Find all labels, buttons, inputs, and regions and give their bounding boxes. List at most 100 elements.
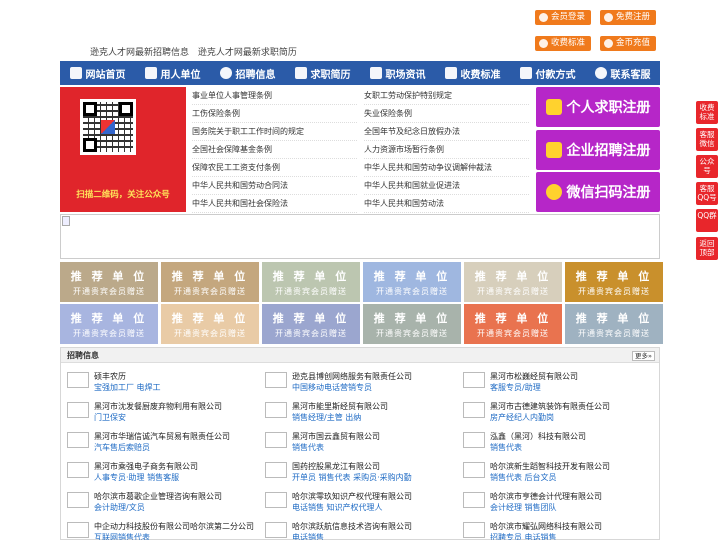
position-name[interactable]: 中国移动电话营销专员 — [292, 382, 372, 393]
recommended-slot[interactable]: 推 荐 单 位开通贵宾会员赠送 — [60, 304, 158, 344]
job-seeker-register-button[interactable]: 个人求职注册 — [536, 87, 660, 127]
position-name[interactable]: 开单员 销售代表 采购员·采购内勤 — [292, 472, 412, 483]
login-button[interactable]: 会员登录 — [535, 10, 592, 25]
company-name[interactable]: 逊克县博创网络服务有限责任公司 — [292, 371, 412, 382]
side-button[interactable]: 客服QQ号 — [696, 182, 718, 205]
side-button[interactable]: 返回顶部 — [696, 237, 718, 260]
job-item[interactable]: 哈尔滨新生蹈智科技开发有限公司 销售代表 后台文员 — [463, 460, 643, 488]
law-link[interactable]: 全国社会保障基金条例 — [192, 141, 357, 159]
recommended-slot[interactable]: 推 荐 单 位开通贵宾会员赠送 — [464, 262, 562, 302]
employer-register-button[interactable]: 企业招聘注册 — [536, 130, 660, 170]
latest-resumes-link[interactable]: 逊克人才网最新求职简历 — [198, 48, 297, 58]
company-name[interactable]: 黑河市国云鑫贸有限公司 — [292, 431, 380, 442]
law-link[interactable]: 中华人民共和国劳动合同法 — [192, 177, 357, 195]
position-name[interactable]: 电话销售 知识产权代理人 — [292, 502, 383, 513]
recommended-slot[interactable]: 推 荐 单 位开通贵宾会员赠送 — [464, 304, 562, 344]
company-name[interactable]: 哈尔滨市耀弘网络科技有限公司 — [490, 521, 602, 532]
wechat-register-button[interactable]: 微信扫码注册 — [536, 172, 660, 212]
company-name[interactable]: 硕丰农历 — [94, 371, 126, 382]
job-item[interactable]: 国药控股黑龙江有限公司 开单员 销售代表 采购员·采购内勤 — [265, 460, 445, 488]
law-link[interactable]: 事业单位人事管理条例 — [192, 87, 357, 105]
nav-news[interactable]: 职场资讯 — [360, 61, 435, 85]
recharge-button[interactable]: 金币充值 — [600, 36, 657, 51]
latest-jobs-link[interactable]: 逊克人才网最新招聘信息 — [90, 48, 189, 58]
job-item[interactable]: 逊克县博创网络服务有限责任公司 中国移动电话营销专员 — [265, 370, 445, 398]
law-link[interactable]: 保障农民工工资支付条例 — [192, 159, 357, 177]
job-item[interactable]: 硕丰农历 宝强加工厂 电焊工 — [67, 370, 247, 398]
recommended-slot[interactable]: 推 荐 单 位开通贵宾会员赠送 — [161, 262, 259, 302]
more-link[interactable]: 更多» — [632, 351, 655, 361]
job-item[interactable]: 黑河市华瑞信诚汽车贸易有限责任公司 汽车售后索赔员 — [67, 430, 247, 458]
position-name[interactable]: 销售代表 — [490, 442, 522, 453]
ad-banner-image[interactable] — [60, 214, 660, 259]
recommended-slot[interactable]: 推 荐 单 位开通贵宾会员赠送 — [363, 262, 461, 302]
company-name[interactable]: 国药控股黑龙江有限公司 — [292, 461, 380, 472]
side-button[interactable]: 收费标准 — [696, 101, 718, 124]
pricing-button[interactable]: 收费标准 — [535, 36, 592, 51]
company-name[interactable]: 哈尔滨零玖知识产权代理有限公司 — [292, 491, 412, 502]
law-link[interactable]: 失业保险条例 — [364, 105, 529, 123]
position-name[interactable]: 汽车售后索赔员 — [94, 442, 150, 453]
job-item[interactable]: 泓鑫（黑河）科技有限公司 销售代表 — [463, 430, 643, 458]
recommended-slot[interactable]: 推 荐 单 位开通贵宾会员赠送 — [262, 304, 360, 344]
recommended-slot[interactable]: 推 荐 单 位开通贵宾会员赠送 — [565, 262, 663, 302]
company-name[interactable]: 黑河市能里斯经贸有限公司 — [292, 401, 388, 412]
job-item[interactable]: 黑河市能里斯经贸有限公司 销售经理/主管 出纳 — [265, 400, 445, 428]
job-item[interactable]: 哈尔滨市亨德会计代理有限公司 会计经理 销售团队 — [463, 490, 643, 518]
position-name[interactable]: 销售经理/主管 出纳 — [292, 412, 361, 423]
company-name[interactable]: 黑河市沈发餐厨废弃物利用有限公司 — [94, 401, 222, 412]
company-name[interactable]: 哈尔滨新生蹈智科技开发有限公司 — [490, 461, 610, 472]
company-name[interactable]: 黑河市乘强电子商务有限公司 — [94, 461, 198, 472]
law-link[interactable]: 人力资源市场暂行条例 — [364, 141, 529, 159]
company-name[interactable]: 哈尔滨市葛歌企业管理咨询有限公司 — [94, 491, 222, 502]
recommended-slot[interactable]: 推 荐 单 位开通贵宾会员赠送 — [363, 304, 461, 344]
company-name[interactable]: 黑河市华瑞信诚汽车贸易有限责任公司 — [94, 431, 230, 442]
nav-pricing[interactable]: 收费标准 — [435, 61, 510, 85]
job-item[interactable]: 哈尔滨跃航信息技术咨询有限公司 电话销售 — [265, 520, 445, 540]
company-name[interactable]: 黑河市古德建筑装饰有限责任公司 — [490, 401, 610, 412]
job-item[interactable]: 黑河市松巍经贸有限公司 客服专员/助理 — [463, 370, 643, 398]
job-item[interactable]: 黑河市古德建筑装饰有限责任公司 房产经纪人内勤岗 — [463, 400, 643, 428]
position-name[interactable]: 客服专员/助理 — [490, 382, 541, 393]
register-button[interactable]: 免费注册 — [600, 10, 657, 25]
side-button[interactable]: QQ群 — [696, 209, 718, 232]
company-name[interactable]: 哈尔滨跃航信息技术咨询有限公司 — [292, 521, 412, 532]
recommended-slot[interactable]: 推 荐 单 位开通贵宾会员赠送 — [161, 304, 259, 344]
nav-service[interactable]: 联系客服 — [585, 61, 660, 85]
recommended-slot[interactable]: 推 荐 单 位开通贵宾会员赠送 — [262, 262, 360, 302]
position-name[interactable]: 人事专员·助理 销售客服 — [94, 472, 179, 483]
recommended-slot[interactable]: 推 荐 单 位开通贵宾会员赠送 — [565, 304, 663, 344]
job-item[interactable]: 黑河市国云鑫贸有限公司 销售代表 — [265, 430, 445, 458]
law-link[interactable]: 中华人民共和国社会保险法 — [192, 195, 357, 213]
job-item[interactable]: 黑河市乘强电子商务有限公司 人事专员·助理 销售客服 — [67, 460, 247, 488]
company-name[interactable]: 黑河市松巍经贸有限公司 — [490, 371, 578, 382]
job-item[interactable]: 黑河市沈发餐厨废弃物利用有限公司 门卫保安 — [67, 400, 247, 428]
law-link[interactable]: 中华人民共和国就业促进法 — [364, 177, 529, 195]
job-item[interactable]: 哈尔滨市耀弘网络科技有限公司 招聘专员 电话销售 — [463, 520, 643, 540]
nav-employers[interactable]: 用人单位 — [135, 61, 210, 85]
job-item[interactable]: 中企动力科技股份有限公司哈尔滨第二分公司 互联网销售代表 — [67, 520, 254, 540]
nav-payment[interactable]: 付款方式 — [510, 61, 585, 85]
company-name[interactable]: 泓鑫（黑河）科技有限公司 — [490, 431, 586, 442]
position-name[interactable]: 互联网销售代表 — [94, 532, 150, 540]
nav-resumes[interactable]: 求职简历 — [285, 61, 360, 85]
position-name[interactable]: 电话销售 — [292, 532, 324, 540]
law-link[interactable]: 国务院关于职工工作时间的规定 — [192, 123, 357, 141]
law-link[interactable]: 中华人民共和国劳动争议调解仲裁法 — [364, 159, 529, 177]
company-name[interactable]: 中企动力科技股份有限公司哈尔滨第二分公司 — [94, 521, 254, 532]
position-name[interactable]: 销售代表 后台文员 — [490, 472, 557, 483]
side-button[interactable]: 公众号 — [696, 155, 718, 178]
side-button[interactable]: 客服微信 — [696, 128, 718, 151]
job-item[interactable]: 哈尔滨市葛歌企业管理咨询有限公司 会计助理/文员 — [67, 490, 247, 518]
position-name[interactable]: 会计经理 销售团队 — [490, 502, 557, 513]
position-name[interactable]: 宝强加工厂 电焊工 — [94, 382, 161, 393]
law-link[interactable]: 女职工劳动保护特别规定 — [364, 87, 529, 105]
nav-home[interactable]: 网站首页 — [60, 61, 135, 85]
position-name[interactable]: 会计助理/文员 — [94, 502, 145, 513]
position-name[interactable]: 销售代表 — [292, 442, 324, 453]
company-name[interactable]: 哈尔滨市亨德会计代理有限公司 — [490, 491, 602, 502]
law-link[interactable]: 全国年节及纪念日放假办法 — [364, 123, 529, 141]
job-item[interactable]: 哈尔滨零玖知识产权代理有限公司 电话销售 知识产权代理人 — [265, 490, 445, 518]
law-link[interactable]: 中华人民共和国劳动法 — [364, 195, 529, 213]
recommended-slot[interactable]: 推 荐 单 位开通贵宾会员赠送 — [60, 262, 158, 302]
